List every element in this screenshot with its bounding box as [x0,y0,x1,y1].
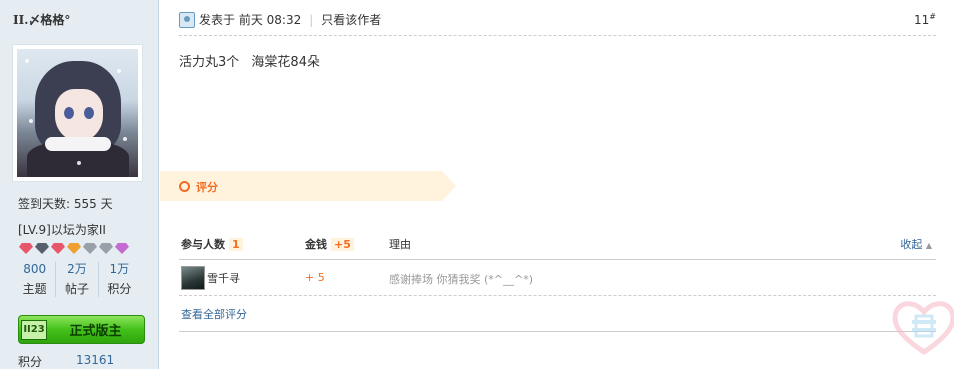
rating-reason: 感谢捧场 你猜我奖 (*^__^*) [389,273,534,286]
floor-number[interactable]: 11# [914,12,936,27]
points-label: 积分 [18,355,43,369]
stat-value: 1万 [109,262,130,276]
user-online-icon [179,11,195,28]
medal-icon[interactable] [99,243,113,254]
money-total: +5 [331,238,354,251]
snowflake [25,59,29,63]
snowflake [29,119,33,123]
avatar-eye [64,107,74,119]
medal-icon[interactable] [35,243,49,254]
post-body: 发表于 前天 08:32 | 只看该作者 11# 活力丸3个 海棠花84朵 评分… [160,0,954,369]
user-stats: 800 主题 2万 帖子 1万 积分 [14,262,140,297]
reason-header: 理由 [389,238,411,251]
username-link[interactable]: II.〆格格° [13,11,70,28]
sign-days: 签到天数: 555 天 [18,197,113,211]
user-level[interactable]: [LV.9]以坛为家II [18,221,106,238]
stat-label: 积分 [107,282,132,296]
snowflake [123,137,127,141]
post-content: 活力丸3个 海棠花84朵 [179,51,320,70]
snowflake [117,69,121,73]
stat-points[interactable]: 1万 积分 [99,262,140,297]
user-sidebar: II.〆格格° 签到天数: 555 天 [LV.9]以坛为家II 800 主题 … [0,0,159,369]
heart-watermark-icon [892,301,954,356]
participants-label: 参与人数 [181,238,225,251]
medal-icon[interactable] [19,243,33,254]
collapse-label: 收起 [900,238,923,251]
medal-icon[interactable] [51,243,65,254]
avatar-eye [84,107,94,119]
rating-footer: 查看全部评分 [179,296,936,332]
stat-posts[interactable]: 2万 帖子 [56,262,99,297]
rating-tab: 评分 [160,171,456,201]
rank-label: 正式版主 [69,324,122,339]
snowflake [77,161,81,165]
avatar[interactable] [12,44,143,182]
stat-value: 800 [23,262,47,276]
medal-icon[interactable] [115,243,129,254]
money-header: 金钱 +5 [305,236,354,252]
floor-value: 11 [914,13,930,27]
participants-header: 参与人数 1 [181,236,243,252]
content-text: 活力丸3个 [179,55,240,70]
stat-value: 2万 [67,262,87,276]
author-only-link[interactable]: 只看该作者 [321,11,381,28]
rating-table: 参与人数 1 金钱 +5 理由 收起 ▲ 雪千寻 + 5 感谢捧场 你猜我奖 (*^… [179,230,936,332]
avatar-fur [45,137,111,151]
stat-topics[interactable]: 800 主题 [14,262,57,297]
medal-list [19,243,129,254]
avatar-face [55,89,103,141]
collapse-link[interactable]: 收起 ▲ [900,236,932,252]
rating-icon [179,181,190,192]
points-value: 13161 [76,353,115,367]
rating-table-header: 参与人数 1 金钱 +5 理由 收起 ▲ [179,230,936,260]
post-time: 发表于 前天 08:32 [199,13,302,27]
participants-count: 1 [229,238,243,251]
header-divider [179,35,936,36]
rank-number: II23 [21,319,47,340]
stat-label: 主题 [22,282,47,296]
money-label: 金钱 [305,238,327,251]
content-text: 海棠花84朵 [251,55,320,70]
rater-name[interactable]: 雪千寻 [207,270,240,286]
rating-amount: + 5 [305,271,325,284]
medal-icon[interactable] [83,243,97,254]
rating-row: 雪千寻 + 5 感谢捧场 你猜我奖 (*^__^*) [179,260,936,296]
post-header: 发表于 前天 08:32 | 只看该作者 [179,11,381,28]
divider: | [309,12,314,27]
rank-badge[interactable]: II23 正式版主 [18,315,145,344]
chevron-up-icon: ▲ [925,241,932,250]
medal-icon[interactable] [67,243,81,254]
avatar-image [17,49,138,177]
stat-label: 帖子 [64,282,89,296]
rater-avatar[interactable] [181,266,205,290]
rating-tab-label: 评分 [196,181,218,194]
view-all-ratings-link[interactable]: 查看全部评分 [181,306,247,322]
points-row: 积分 13161 [18,353,114,369]
floor-mark: # [929,12,936,21]
